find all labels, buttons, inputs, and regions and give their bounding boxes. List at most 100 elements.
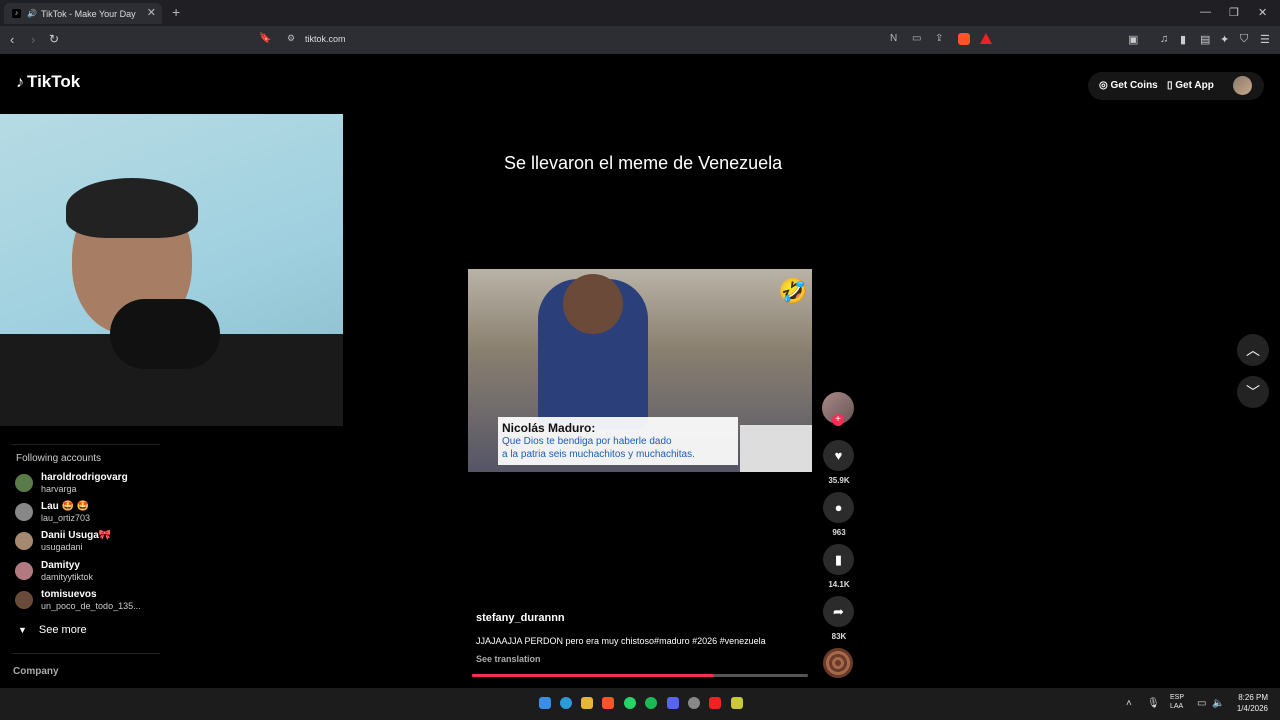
share-page-icon[interactable]: ⇪: [935, 33, 943, 44]
comment-count: 963: [832, 528, 846, 537]
edge-icon[interactable]: [560, 697, 572, 709]
language-indicator[interactable]: ESP LAA: [1170, 693, 1184, 711]
company-link[interactable]: Company: [13, 666, 59, 677]
minimize-icon[interactable]: —: [1200, 6, 1211, 18]
follow-plus-icon[interactable]: +: [832, 414, 844, 426]
sidebar-icon[interactable]: ▮: [1180, 33, 1186, 46]
tab-manager-icon[interactable]: ▣: [1128, 33, 1138, 46]
profile-avatar[interactable]: [1233, 76, 1252, 95]
system-clock[interactable]: 8:26 PM 1/4/2026: [1228, 692, 1268, 714]
no-translate-icon[interactable]: N: [890, 33, 897, 44]
sign-language-inset: [740, 425, 812, 472]
url-text: tiktok.com: [305, 34, 346, 44]
bookmark-icon[interactable]: 🔖: [259, 33, 271, 44]
see-more-label: See more: [38, 624, 87, 636]
account-name: Lau 🤩 🤩: [41, 501, 90, 512]
discord-icon[interactable]: [667, 697, 679, 709]
account-avatar: [15, 532, 33, 550]
video-progress-bar[interactable]: [472, 674, 808, 677]
see-more-button[interactable]: ▼ See more: [18, 624, 87, 636]
browser-tab[interactable]: ♪ 🔊 TikTok - Make Your Day ✕: [4, 3, 162, 24]
get-coins-label: Get Coins: [1110, 80, 1158, 91]
brave-shield-icon[interactable]: [958, 33, 970, 45]
video-face: [563, 274, 623, 334]
video-author[interactable]: stefany_durannn: [476, 612, 565, 624]
vpn-shield-icon[interactable]: ⛉: [1240, 33, 1248, 46]
streamer-hair: [66, 178, 198, 238]
browser-titlebar: [0, 0, 1280, 26]
share-button[interactable]: ➦: [823, 596, 854, 627]
site-info-icon[interactable]: ⚙: [287, 33, 295, 44]
comment-button[interactable]: ●: [823, 492, 854, 523]
chevron-up-icon: ︿: [1246, 342, 1260, 358]
subtitle-line-1: Que Dios te bendiga por haberle dado: [502, 436, 672, 447]
subtitle-name: Nicolás Maduro:: [502, 421, 596, 435]
account-handle: lau_ortiz703: [41, 513, 91, 523]
account-avatar: [15, 503, 33, 521]
get-app-button[interactable]: ▯ Get App: [1167, 80, 1214, 91]
subtitle-line-2: a la patria seis muchachitos y muchachit…: [502, 449, 695, 460]
account-name: Danii Usuga🎀: [41, 530, 112, 541]
tiktok-logo[interactable]: ♪ TikTok: [16, 72, 80, 92]
account-avatar: [15, 591, 33, 609]
account-avatar: [15, 562, 33, 580]
logo-text: TikTok: [27, 72, 81, 91]
bookmark-icon: ▮: [834, 551, 843, 567]
like-button[interactable]: ♥: [823, 440, 854, 471]
language-code: ESP: [1170, 694, 1185, 701]
microphone-icon[interactable]: 🎙: [1147, 698, 1160, 709]
sidebar-divider: [12, 444, 160, 445]
tiktok-note-icon: ♪: [16, 74, 24, 91]
account-name: haroldrodrigovarg: [41, 472, 128, 483]
leo-ai-icon[interactable]: ✦: [1220, 33, 1229, 46]
media-icon[interactable]: ♫: [1160, 33, 1168, 45]
reload-icon[interactable]: ↻: [49, 32, 59, 46]
wallet-icon[interactable]: ▤: [1200, 33, 1210, 46]
app-icon[interactable]: [731, 697, 743, 709]
see-translation-link[interactable]: See translation: [476, 654, 541, 664]
close-window-icon[interactable]: ✕: [1258, 6, 1267, 19]
music-disc-icon[interactable]: [823, 648, 853, 678]
menu-icon[interactable]: ☰: [1260, 33, 1270, 46]
get-coins-button[interactable]: ◎ Get Coins: [1099, 80, 1158, 91]
video-player[interactable]: 🤣 Nicolás Maduro: Que Dios te bendiga po…: [468, 269, 812, 472]
windows-taskbar: [0, 688, 1280, 720]
account-name: Damityy: [41, 560, 80, 571]
account-avatar: [15, 474, 33, 492]
brave-taskbar-icon[interactable]: [602, 697, 614, 709]
back-icon[interactable]: ‹: [10, 32, 14, 47]
spotify-icon[interactable]: [645, 697, 657, 709]
start-icon[interactable]: [539, 697, 551, 709]
keyboard-layout: LAA: [1170, 703, 1184, 710]
webcam-overlay: [0, 114, 343, 426]
network-icon[interactable]: ▭: [1197, 698, 1206, 709]
tray-chevron-up-icon[interactable]: ˄: [1126, 698, 1132, 709]
microphone: [110, 299, 220, 369]
next-video-button[interactable]: ﹀: [1237, 376, 1269, 408]
app-icon[interactable]: [709, 697, 721, 709]
share-arrow-icon: ➦: [833, 603, 844, 619]
cast-icon[interactable]: ▭: [912, 33, 921, 44]
settings-icon[interactable]: [688, 697, 700, 709]
close-tab-icon[interactable]: ✕: [147, 6, 156, 19]
get-app-label: Get App: [1175, 80, 1214, 91]
account-handle: damityytiktok: [41, 572, 94, 582]
account-name: tomisuevos: [41, 589, 97, 600]
account-handle: harvarga: [41, 484, 77, 494]
new-tab-button[interactable]: +: [172, 4, 180, 20]
like-count: 35.9K: [828, 476, 850, 485]
save-button[interactable]: ▮: [823, 544, 854, 575]
whatsapp-icon[interactable]: [624, 697, 636, 709]
brave-rewards-icon[interactable]: [980, 33, 992, 44]
share-count: 83K: [831, 632, 847, 641]
file-explorer-icon[interactable]: [581, 697, 593, 709]
restore-icon[interactable]: ❐: [1229, 6, 1239, 19]
chevron-down-icon: ﹀: [1246, 384, 1260, 400]
previous-video-button[interactable]: ︿: [1237, 334, 1269, 366]
volume-icon[interactable]: 🔈: [1212, 698, 1224, 709]
forward-icon[interactable]: ›: [31, 32, 35, 47]
clock-date: 1/4/2026: [1236, 704, 1268, 713]
save-count: 14.1K: [828, 580, 850, 589]
video-progress-fill: [472, 674, 714, 677]
video-headline: Se llevaron el meme de Venezuela: [504, 153, 783, 173]
